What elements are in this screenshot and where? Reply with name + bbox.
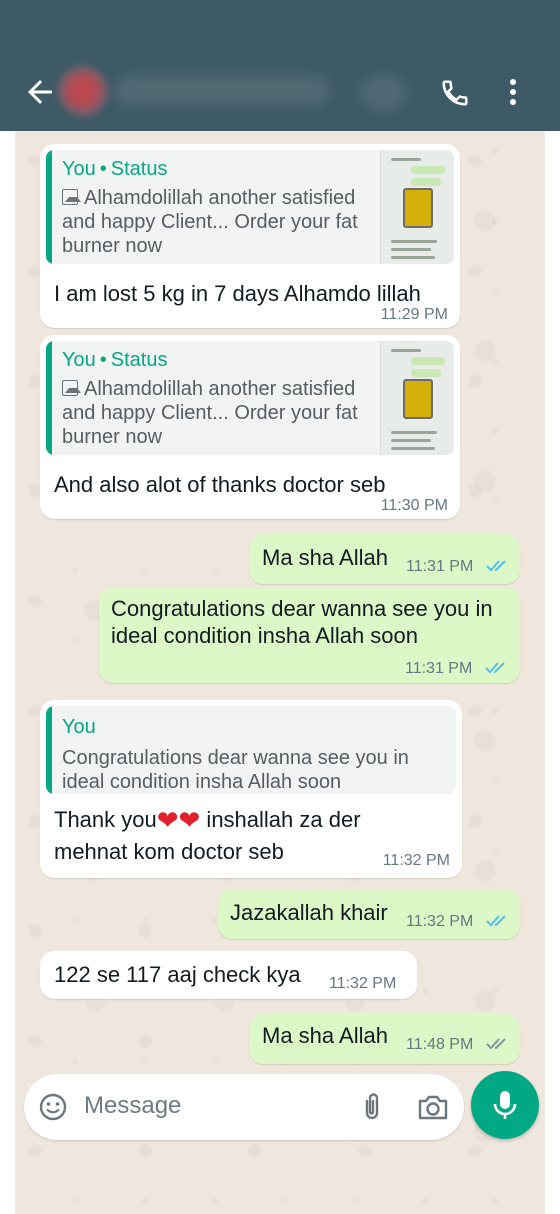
message-text: Jazakallah khair <box>230 900 388 925</box>
message-text: And also alot of thanks doctor seb <box>54 472 386 497</box>
status-thumbnail <box>380 150 454 264</box>
quote-author-name: You <box>62 158 96 180</box>
message-time: 11:32 PM <box>406 913 474 930</box>
thumbnail-photo <box>403 188 433 228</box>
message-text: Ma sha Allah <box>262 545 388 570</box>
chat-area[interactable]: You • Status Alhamdolillah another satisfi… <box>15 131 545 1214</box>
incoming-message[interactable]: You Congratulations dear wanna see you i… <box>40 700 462 878</box>
quote-snippet: Alhamdolillah another satisfied and happ… <box>62 186 362 258</box>
read-ticks-icon <box>485 662 505 674</box>
quote-snippet-text: Alhamdolillah another satisfied and happ… <box>62 187 358 257</box>
message-text: 122 se 117 aaj check kya <box>54 962 301 987</box>
quote-snippet-text: Alhamdolillah another satisfied and happ… <box>62 378 358 448</box>
phone-icon[interactable] <box>440 78 470 108</box>
message-time: 11:29 PM <box>380 306 448 323</box>
chat-header <box>0 0 560 131</box>
message-time: 11:32 PM <box>329 975 397 992</box>
quote-separator: • <box>99 349 107 371</box>
image-icon <box>62 380 81 396</box>
quote-author-name: You <box>62 716 96 738</box>
quote-snippet-line: Congratulations dear wanna see you in <box>62 747 409 769</box>
message-time: 11:32 PM <box>382 852 450 869</box>
outgoing-message[interactable]: Jazakallah khair 11:32 PM <box>218 889 520 939</box>
quote-kind: Status <box>110 158 168 180</box>
quote-snippet: Congratulations dear wanna see you in id… <box>62 746 442 794</box>
screen-margin-right <box>545 131 560 1214</box>
microphone-button[interactable] <box>471 1071 539 1139</box>
quote-bar <box>46 341 52 455</box>
incoming-message[interactable]: 122 se 117 aaj check kya 11:32 PM <box>40 951 417 999</box>
quote-bar <box>46 150 52 264</box>
status-thumbnail <box>380 341 454 455</box>
message-text-line: Congratulations dear wanna see you in <box>111 596 493 621</box>
incoming-message[interactable]: You • Status Alhamdolillah another satisfi… <box>40 335 460 519</box>
hearts-emoji: ❤❤ <box>156 805 201 835</box>
paperclip-icon[interactable] <box>358 1091 386 1123</box>
microphone-icon <box>493 1091 517 1119</box>
message-time: 11:48 PM <box>406 1036 474 1053</box>
contact-avatar[interactable] <box>58 66 108 116</box>
screen-margin-left <box>0 131 15 1214</box>
message-text: Ma sha Allah <box>262 1023 388 1048</box>
quote-author: You • Status <box>62 349 167 372</box>
quoted-status[interactable]: You • Status Alhamdolillah another satisfi… <box>46 341 454 455</box>
emoji-icon[interactable] <box>38 1092 68 1122</box>
read-ticks-icon <box>486 560 506 572</box>
outgoing-message[interactable]: Ma sha Allah 11:31 PM <box>249 534 520 584</box>
message-time: 11:30 PM <box>380 497 448 514</box>
message-composer[interactable]: Message <box>24 1074 464 1140</box>
thumbnail-photo <box>403 379 433 419</box>
message-time: 11:31 PM <box>405 660 473 677</box>
quoted-message[interactable]: You Congratulations dear wanna see you i… <box>46 706 456 794</box>
quote-author-name: You <box>62 349 96 371</box>
contact-name-blurred[interactable] <box>115 76 330 106</box>
message-text-part: inshallah za der <box>200 807 361 832</box>
quote-snippet-line: ideal condition insha Allah soon <box>62 771 342 793</box>
message-time: 11:31 PM <box>406 558 474 575</box>
message-text-part: Thank you <box>54 807 157 832</box>
video-call-icon[interactable] <box>360 76 406 110</box>
message-input[interactable]: Message <box>84 1092 181 1120</box>
quote-separator: • <box>99 158 107 180</box>
read-ticks-icon <box>486 915 506 927</box>
outgoing-message[interactable]: Congratulations dear wanna see you in id… <box>99 587 520 683</box>
camera-icon[interactable] <box>416 1092 450 1122</box>
quote-author: You • Status <box>62 158 167 181</box>
back-arrow-icon[interactable] <box>22 74 58 110</box>
more-vertical-icon[interactable] <box>500 76 526 108</box>
image-icon <box>62 189 81 205</box>
quote-kind: Status <box>110 349 168 371</box>
outgoing-message[interactable]: Ma sha Allah 11:48 PM <box>249 1014 520 1064</box>
incoming-message[interactable]: You • Status Alhamdolillah another satisfi… <box>40 144 460 328</box>
quoted-status[interactable]: You • Status Alhamdolillah another satisfi… <box>46 150 454 264</box>
quote-bar <box>46 706 52 794</box>
message-text: I am lost 5 kg in 7 days Alhamdo lillah <box>54 281 421 306</box>
message-text-line: ideal condition insha Allah soon <box>111 623 419 648</box>
message-text-line: Thank you❤❤ inshallah za der <box>54 806 361 834</box>
delivered-ticks-icon <box>486 1038 506 1050</box>
quote-snippet: Alhamdolillah another satisfied and happ… <box>62 377 362 449</box>
message-text-line: mehnat kom doctor seb <box>54 839 284 864</box>
